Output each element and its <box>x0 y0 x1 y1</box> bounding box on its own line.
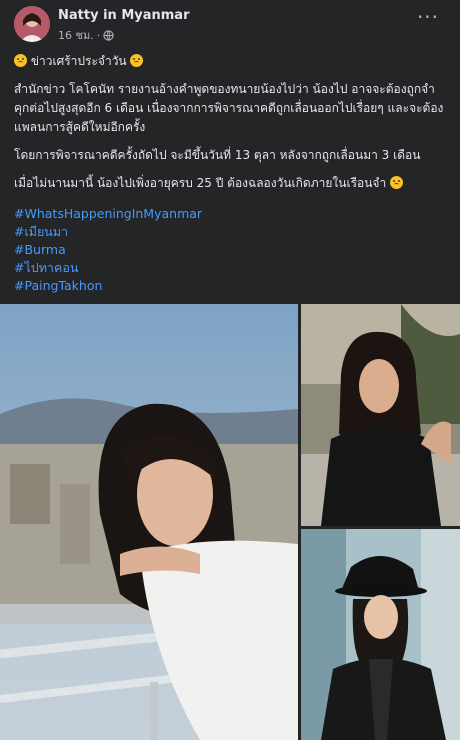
meta-separator: · <box>96 28 101 42</box>
sad-face-emoji <box>390 176 404 189</box>
hashtag-list: #WhatsHappeningInMyanmar #เมียนมา #Burma… <box>14 205 202 295</box>
photo-grid <box>0 304 460 740</box>
sad-face-emoji <box>14 54 27 67</box>
post-time[interactable]: 16 ชม. <box>58 26 94 44</box>
photo-main[interactable] <box>0 304 298 740</box>
author-name[interactable]: Natty in Myanmar <box>58 8 190 23</box>
post-paragraph-1: ข่าวเศร้าประจำวัน <box>14 52 446 71</box>
post-meta: 16 ชม. · <box>58 26 114 44</box>
more-options-icon[interactable]: ··· <box>416 7 440 32</box>
post-header: Natty in Myanmar 16 ชม. · ··· <box>14 6 446 46</box>
hashtag-link[interactable]: #เมียนมา <box>14 223 202 241</box>
post-text: ข่าวเศร้าประจำวัน สำนักข่าว โคโคนัท รายง… <box>14 52 446 202</box>
hashtag-link[interactable]: #WhatsHappeningInMyanmar <box>14 205 202 223</box>
sad-face-emoji <box>130 54 144 67</box>
photo-top-right[interactable] <box>301 304 460 526</box>
post-paragraph-4: เมื่อไม่นานมานี้ น้องไปเพิ่งอายุครบ 25 ป… <box>14 174 446 193</box>
post-paragraph-3: โดยการพิจารณาคดีครั้งถัดไป จะมีขึ้นวันที… <box>14 148 421 162</box>
hashtag-link[interactable]: #Burma <box>14 241 202 259</box>
photo-bottom-right[interactable] <box>301 529 460 740</box>
post-paragraph-2: สำนักข่าว โคโคนัท รายงานอ้างคำพูดของทนาย… <box>14 82 444 134</box>
hashtag-link[interactable]: #PaingTakhon <box>14 277 202 295</box>
globe-icon <box>103 29 114 41</box>
hashtag-link[interactable]: #ไปทาคอน <box>14 259 202 277</box>
facebook-post-card: Natty in Myanmar 16 ชม. · ··· ข่าวเศร้าป… <box>0 0 460 740</box>
author-avatar[interactable] <box>14 6 50 42</box>
